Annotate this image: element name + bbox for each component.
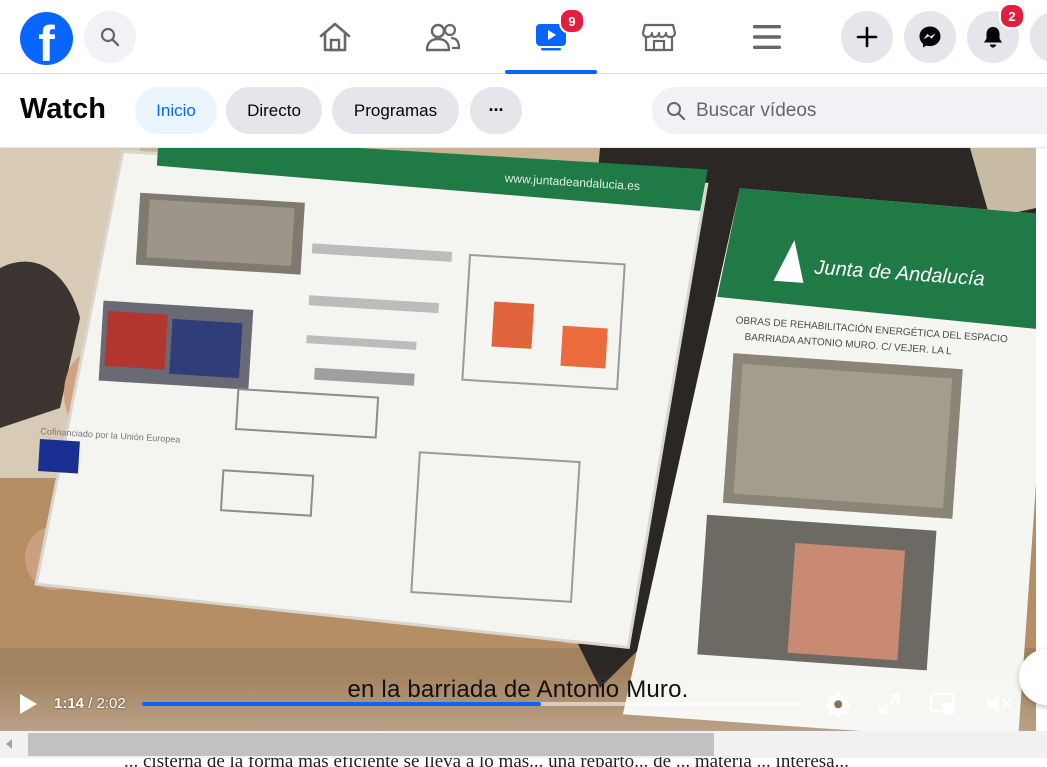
duration: 2:02 xyxy=(96,695,126,712)
search-icon xyxy=(667,101,686,120)
video-frame: www.juntadeandalucia.es Cofinanciado por… xyxy=(0,148,1036,731)
volume-muted-icon xyxy=(987,694,1012,714)
video-search xyxy=(652,87,1047,134)
home-icon xyxy=(319,22,351,52)
tab-programas[interactable]: Programas xyxy=(332,87,459,134)
watch-header: Watch Inicio Directo Programas ··· xyxy=(0,75,1047,147)
page-title: Watch xyxy=(20,93,106,125)
nav-tab-friends[interactable] xyxy=(397,0,489,74)
top-navigation-bar: f 9 2 xyxy=(0,0,1047,74)
search-button[interactable] xyxy=(84,11,136,63)
video-time: 1:14 / 2:02 xyxy=(54,695,126,712)
menu-icon xyxy=(753,25,781,49)
settings-button[interactable] xyxy=(824,689,854,719)
video-player[interactable]: www.juntadeandalucia.es Cofinanciado por… xyxy=(0,148,1036,731)
tab-inicio[interactable]: Inicio xyxy=(135,87,217,134)
tab-directo[interactable]: Directo xyxy=(226,87,322,134)
gear-icon xyxy=(826,691,851,717)
progress-fill xyxy=(142,702,542,706)
scroll-left-arrow-icon[interactable] xyxy=(6,739,12,749)
search-icon xyxy=(100,27,120,47)
fullscreen-button[interactable] xyxy=(874,689,904,719)
watch-badge: 9 xyxy=(559,8,585,34)
more-button[interactable]: ··· xyxy=(470,87,522,134)
horizontal-scrollbar[interactable] xyxy=(0,731,1047,758)
expand-icon xyxy=(878,693,900,715)
notifications-badge: 2 xyxy=(999,3,1025,29)
search-videos-input[interactable] xyxy=(694,98,1028,123)
nav-tab-watch[interactable]: 9 xyxy=(505,0,597,74)
current-time: 1:14 xyxy=(54,695,85,712)
messenger-icon xyxy=(919,26,941,48)
facebook-logo[interactable]: f xyxy=(20,12,73,71)
marketplace-icon xyxy=(642,23,676,52)
nav-tab-menu[interactable] xyxy=(721,0,813,74)
nav-tab-home[interactable] xyxy=(289,0,381,74)
below-fold-text: ... cisterna de la forma más eficiente s… xyxy=(0,757,1047,767)
pip-icon xyxy=(929,692,955,714)
bell-icon xyxy=(984,27,1002,48)
play-icon[interactable] xyxy=(16,692,40,716)
create-button[interactable] xyxy=(841,11,893,63)
mute-button[interactable] xyxy=(984,689,1014,719)
picture-in-picture-button[interactable] xyxy=(928,689,958,719)
plus-icon xyxy=(856,26,878,48)
notifications-button[interactable]: 2 xyxy=(967,3,1025,63)
messenger-button[interactable] xyxy=(904,11,956,63)
friends-icon xyxy=(425,23,461,52)
below-fold-text-line: ... cisterna de la forma más eficiente s… xyxy=(124,757,849,767)
nav-tab-marketplace[interactable] xyxy=(613,0,705,74)
account-button[interactable] xyxy=(1030,11,1047,63)
scrollbar-thumb[interactable] xyxy=(28,733,714,756)
progress-bar[interactable] xyxy=(142,702,804,706)
